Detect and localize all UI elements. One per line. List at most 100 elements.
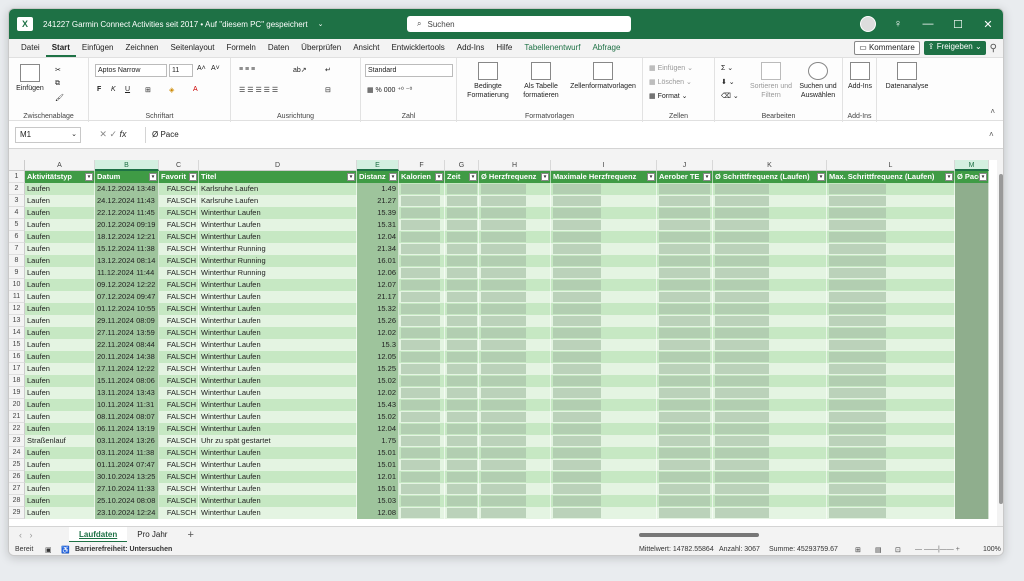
font-color-icon[interactable]: A	[193, 86, 198, 93]
cell-redacted[interactable]	[657, 507, 713, 519]
number-format-select[interactable]: Standard	[365, 64, 453, 77]
cell-redacted[interactable]	[713, 183, 827, 195]
cell-pace-redacted[interactable]	[955, 279, 989, 291]
cell-redacted[interactable]	[399, 303, 445, 315]
cell-redacted[interactable]	[479, 459, 551, 471]
row-header[interactable]: 6	[9, 231, 25, 243]
cell-titel[interactable]: Winterthur Laufen	[199, 279, 357, 291]
cell-redacted[interactable]	[827, 267, 955, 279]
cell-redacted[interactable]	[827, 243, 955, 255]
tab-formeln[interactable]: Formeln	[220, 39, 261, 57]
cell-redacted[interactable]	[713, 219, 827, 231]
cell-titel[interactable]: Winterthur Laufen	[199, 459, 357, 471]
cell-datum[interactable]: 22.12.2024 11:45	[95, 207, 159, 219]
row-header[interactable]: 27	[9, 483, 25, 495]
cell-redacted[interactable]	[551, 255, 657, 267]
cell-aktivittstyp[interactable]: Laufen	[25, 207, 95, 219]
maximize-button[interactable]: ☐	[943, 18, 973, 31]
cell-redacted[interactable]	[399, 339, 445, 351]
cell-redacted[interactable]	[399, 327, 445, 339]
cell-aktivittstyp[interactable]: Laufen	[25, 423, 95, 435]
filter-dropdown-icon[interactable]: ▾	[945, 173, 953, 181]
cell-favorit[interactable]: FALSCH	[159, 459, 199, 471]
cell-redacted[interactable]	[551, 387, 657, 399]
cell-favorit[interactable]: FALSCH	[159, 495, 199, 507]
cell-redacted[interactable]	[445, 327, 479, 339]
cell-pace-redacted[interactable]	[955, 231, 989, 243]
cell-redacted[interactable]	[827, 363, 955, 375]
cell-datum[interactable]: 22.11.2024 08:44	[95, 339, 159, 351]
tab-datei[interactable]: Datei	[15, 39, 46, 57]
cell-redacted[interactable]	[657, 363, 713, 375]
cell-favorit[interactable]: FALSCH	[159, 483, 199, 495]
cell-redacted[interactable]	[445, 387, 479, 399]
row-header[interactable]: 9	[9, 267, 25, 279]
cell-favorit[interactable]: FALSCH	[159, 327, 199, 339]
table-header-cell[interactable]: Favorit ▾	[159, 171, 199, 183]
share-button[interactable]: ⇪ Freigeben ⌄	[923, 41, 986, 55]
add-sheet-button[interactable]: +	[177, 529, 203, 541]
cancel-icon[interactable]: ✕	[99, 129, 107, 139]
cell-redacted[interactable]	[445, 315, 479, 327]
cell-datum[interactable]: 30.10.2024 13:25	[95, 471, 159, 483]
cell-redacted[interactable]	[479, 267, 551, 279]
cell-redacted[interactable]	[479, 399, 551, 411]
cell-datum[interactable]: 24.12.2024 13:48	[95, 183, 159, 195]
cell-redacted[interactable]	[657, 195, 713, 207]
cell-redacted[interactable]	[713, 303, 827, 315]
cell-pace-redacted[interactable]	[955, 387, 989, 399]
cell-redacted[interactable]	[445, 243, 479, 255]
cell-datum[interactable]: 15.11.2024 08:06	[95, 375, 159, 387]
zoom-level[interactable]: 100%	[983, 546, 1001, 553]
cell-favorit[interactable]: FALSCH	[159, 195, 199, 207]
cell-redacted[interactable]	[399, 495, 445, 507]
row-header[interactable]: 13	[9, 315, 25, 327]
cell-datum[interactable]: 17.11.2024 12:22	[95, 363, 159, 375]
conditional-formatting-button[interactable]: Bedingte Formatierung	[461, 62, 515, 100]
cell-distanz[interactable]: 15.01	[357, 447, 399, 459]
cell-favorit[interactable]: FALSCH	[159, 399, 199, 411]
filter-dropdown-icon[interactable]: ▾	[817, 173, 825, 181]
cell-redacted[interactable]	[399, 219, 445, 231]
filter-dropdown-icon[interactable]: ▾	[85, 173, 93, 181]
cell-redacted[interactable]	[827, 327, 955, 339]
cell-redacted[interactable]	[827, 459, 955, 471]
cell-redacted[interactable]	[399, 183, 445, 195]
cell-redacted[interactable]	[827, 471, 955, 483]
cell-redacted[interactable]	[445, 255, 479, 267]
cell-redacted[interactable]	[827, 219, 955, 231]
cell-aktivittstyp[interactable]: Laufen	[25, 483, 95, 495]
cell-redacted[interactable]	[827, 291, 955, 303]
cell-redacted[interactable]	[657, 423, 713, 435]
cell-titel[interactable]: Winterthur Laufen	[199, 315, 357, 327]
macro-record-icon[interactable]: ▣	[45, 546, 61, 554]
cell-redacted[interactable]	[399, 279, 445, 291]
cell-titel[interactable]: Uhr zu spät gestartet	[199, 435, 357, 447]
row-header[interactable]: 10	[9, 279, 25, 291]
cell-distanz[interactable]: 12.02	[357, 387, 399, 399]
shrink-font-icon[interactable]: A˅	[211, 65, 220, 72]
cell-redacted[interactable]	[657, 375, 713, 387]
cell-pace-redacted[interactable]	[955, 411, 989, 423]
filter-dropdown-icon[interactable]: ▾	[435, 173, 443, 181]
underline-button[interactable]: U	[125, 86, 130, 93]
cell-aktivittstyp[interactable]: Laufen	[25, 387, 95, 399]
cell-redacted[interactable]	[479, 351, 551, 363]
cell-redacted[interactable]	[657, 447, 713, 459]
cell-datum[interactable]: 10.11.2024 11:31	[95, 399, 159, 411]
cell-redacted[interactable]	[399, 231, 445, 243]
cell-datum[interactable]: 11.12.2024 11:44	[95, 267, 159, 279]
cell-pace-redacted[interactable]	[955, 507, 989, 519]
filter-dropdown-icon[interactable]: ▾	[979, 173, 987, 181]
cell-favorit[interactable]: FALSCH	[159, 219, 199, 231]
cell-redacted[interactable]	[827, 183, 955, 195]
cell-redacted[interactable]	[657, 339, 713, 351]
cell-pace-redacted[interactable]	[955, 447, 989, 459]
cell-titel[interactable]: Winterthur Laufen	[199, 447, 357, 459]
cell-redacted[interactable]	[713, 243, 827, 255]
cell-redacted[interactable]	[445, 351, 479, 363]
cell-redacted[interactable]	[551, 375, 657, 387]
cell-redacted[interactable]	[827, 411, 955, 423]
cell-redacted[interactable]	[445, 231, 479, 243]
cell-distanz[interactable]: 15.3	[357, 339, 399, 351]
